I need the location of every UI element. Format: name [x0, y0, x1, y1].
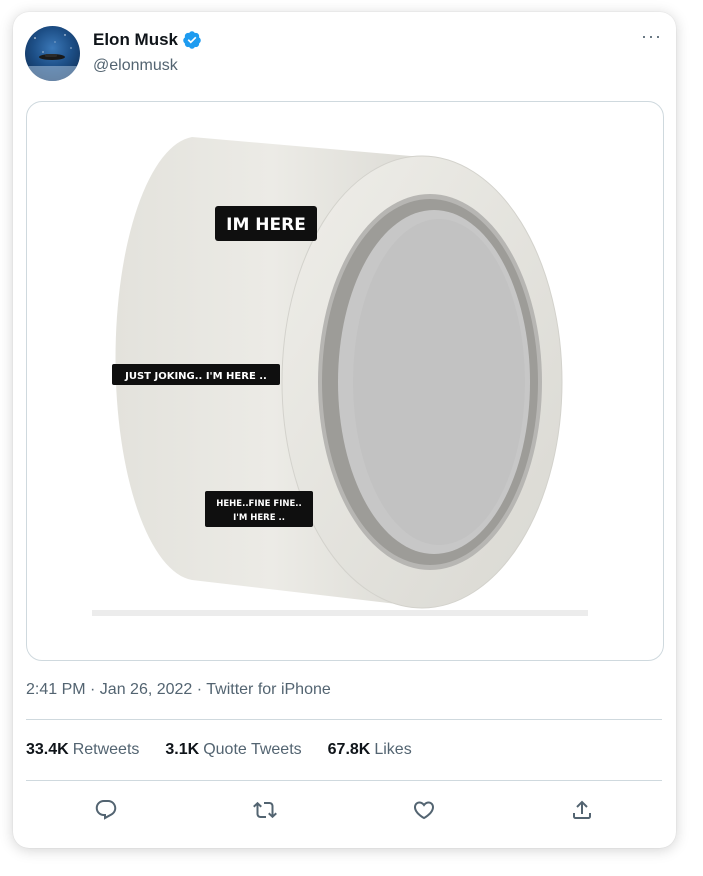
quote-tweets-stat[interactable]: 3.1K Quote Tweets [165, 741, 301, 759]
tweet-card: Elon Musk @elonmusk ··· IM HERE JUST JOK… [13, 12, 676, 848]
divider-bottom [26, 780, 662, 781]
author-handle[interactable]: @elonmusk [93, 57, 178, 75]
divider-top [26, 719, 662, 720]
retweets-stat[interactable]: 33.4K Retweets [26, 741, 139, 759]
verified-badge-icon [183, 31, 201, 49]
caption-hehe-line-1: HEHE..FINE FINE.. [216, 499, 302, 509]
share-icon [573, 800, 591, 819]
more-icon[interactable]: ··· [641, 26, 662, 47]
avatar[interactable] [25, 26, 80, 81]
tweet-timestamp[interactable]: 2:41 PM · Jan 26, 2022 · Twitter for iPh… [26, 681, 331, 699]
caption-hehe-line-2: I'M HERE .. [233, 513, 285, 523]
caption-im-here: IM HERE [226, 215, 306, 235]
action-bar [26, 790, 662, 830]
like-icon [413, 801, 435, 820]
tweet-media[interactable]: IM HERE JUST JOKING.. I'M HERE .. HEHE..… [26, 101, 664, 661]
retweet-icon [253, 801, 277, 819]
reply-icon [95, 800, 117, 820]
tweet-stats: 33.4K Retweets 3.1K Quote Tweets 67.8K Like… [26, 741, 412, 759]
author-name[interactable]: Elon Musk [93, 30, 202, 50]
likes-stat[interactable]: 67.8K Likes [328, 741, 412, 759]
like-button[interactable] [408, 794, 440, 826]
reply-button[interactable] [90, 794, 122, 826]
share-button[interactable] [566, 794, 598, 826]
caption-just-joking: JUST JOKING.. I'M HERE .. [124, 371, 267, 382]
avatar-image [25, 34, 80, 81]
retweet-button[interactable] [249, 794, 281, 826]
tape-roll-image: IM HERE JUST JOKING.. I'M HERE .. HEHE..… [92, 137, 588, 616]
author-name-text: Elon Musk [93, 30, 179, 49]
